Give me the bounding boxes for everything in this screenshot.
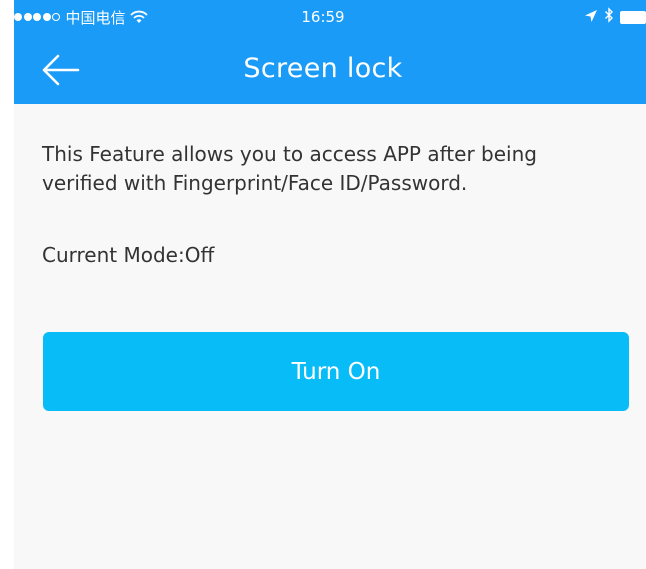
turn-on-button[interactable]: Turn On <box>43 332 629 411</box>
status-right <box>578 7 646 27</box>
header: 中国电信 16:59 Screen lock <box>0 0 646 104</box>
turn-on-label: Turn On <box>291 358 381 385</box>
location-arrow-icon <box>584 8 598 27</box>
status-bar: 中国电信 16:59 <box>0 0 646 34</box>
left-edge <box>0 0 14 569</box>
bluetooth-icon <box>604 7 614 27</box>
status-time: 16:59 <box>301 8 345 26</box>
battery-icon <box>620 10 646 24</box>
main-content: This Feature allows you to access APP af… <box>0 104 646 569</box>
feature-description: This Feature allows you to access APP af… <box>42 142 537 195</box>
current-mode-label: Current Mode:Off <box>42 243 215 267</box>
screen: 中国电信 16:59 Screen lock This Feature allo… <box>0 0 646 569</box>
page-title: Screen lock <box>243 53 403 84</box>
navbar: Screen lock <box>0 34 646 104</box>
